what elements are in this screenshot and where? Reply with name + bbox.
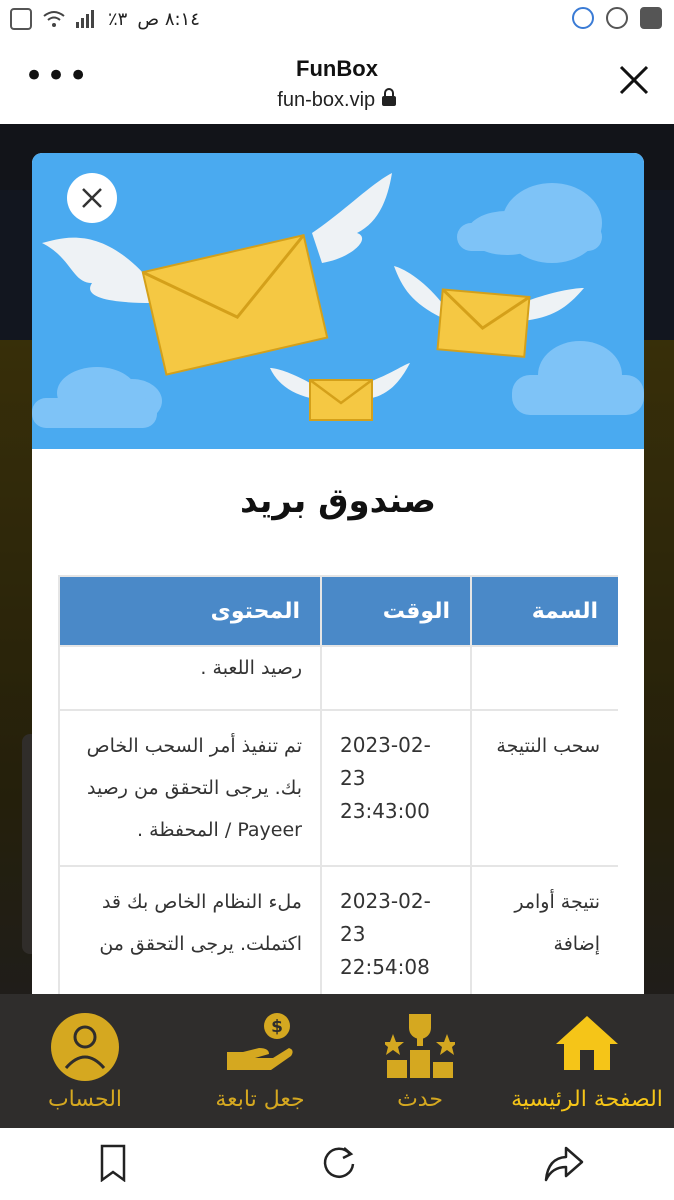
account-icon: [51, 1013, 119, 1081]
home-icon: [556, 1016, 618, 1070]
cast-icon: [10, 8, 32, 30]
status-left: ٨:١٤ ص ٣٪: [10, 8, 200, 30]
cell-time: 2023-02-23 22:54:08: [320, 865, 472, 994]
cell-time: [320, 645, 472, 711]
app-icon-1: [572, 7, 594, 29]
close-icon: [82, 188, 102, 208]
bookmark-icon[interactable]: [100, 1144, 126, 1182]
share-icon[interactable]: [544, 1144, 584, 1182]
nav-event[interactable]: حدث: [340, 994, 500, 1128]
flying-envelopes-illustration: [32, 173, 644, 428]
signal-icon: [76, 10, 94, 28]
mail-table-container[interactable]: السمة الوقت المحتوى رصيد اللعبة . سحب ال…: [58, 575, 618, 994]
table-header-row: السمة الوقت المحتوى: [58, 575, 618, 647]
nav-affiliate[interactable]: $ جعل تابعة: [180, 994, 340, 1128]
header-type: السمة: [470, 575, 618, 647]
cell-time: 2023-02-23 23:43:00: [320, 709, 472, 867]
table-row: رصيد اللعبة .: [58, 645, 618, 711]
activity-icon: [640, 7, 662, 29]
bottom-nav: الصفحة الرئيسية حدث $ جعل تابعة الحساب: [0, 994, 674, 1128]
mail-banner: [32, 153, 644, 449]
mail-table: السمة الوقت المحتوى رصيد اللعبة . سحب ال…: [58, 575, 618, 994]
nav-account-label: الحساب: [47, 1087, 123, 1112]
svg-text:$: $: [271, 1017, 283, 1037]
browser-header: ••• FunBox fun-box.vip: [0, 40, 674, 124]
header-content: المحتوى: [58, 575, 322, 647]
nav-event-label: حدث: [397, 1087, 443, 1112]
cell-content: تم تنفيذ أمر السحب الخاص بك. يرجى التحقق…: [58, 709, 322, 867]
url-row: fun-box.vip: [0, 88, 674, 112]
modal-close-button[interactable]: [67, 173, 117, 223]
table-row: نتيجة أوامر إضافة 2023-02-23 22:54:08 مل…: [58, 865, 618, 994]
lock-icon: [381, 88, 396, 106]
trophy-icon: [385, 1014, 455, 1078]
cell-type: سحب النتيجة: [470, 709, 618, 867]
cell-content: رصيد اللعبة .: [58, 645, 322, 711]
nav-affiliate-label: جعل تابعة: [215, 1087, 305, 1112]
status-bar: ٨:١٤ ص ٣٪: [0, 0, 674, 40]
close-browser-button[interactable]: [618, 64, 650, 96]
cell-type: نتيجة أوامر إضافة: [470, 865, 618, 994]
nav-home-label: الصفحة الرئيسية: [511, 1087, 663, 1112]
battery-percent: ٣٪: [108, 8, 128, 30]
header-time: الوقت: [320, 575, 472, 647]
reload-icon[interactable]: [320, 1144, 358, 1182]
mailbox-title: صندوق بريد: [239, 481, 437, 521]
nav-home[interactable]: الصفحة الرئيسية: [500, 994, 674, 1128]
browser-bottom-bar: [0, 1128, 674, 1200]
wifi-icon: [43, 11, 65, 27]
url-text: fun-box.vip: [277, 89, 376, 111]
status-right: [572, 7, 662, 29]
page-title: FunBox: [296, 56, 378, 81]
table-row: سحب النتيجة 2023-02-23 23:43:00 تم تنفيذ…: [58, 709, 618, 867]
money-hand-icon: $: [227, 1013, 293, 1070]
cell-content: ملء النظام الخاص بك قد اكتملت. يرجى التح…: [58, 865, 322, 994]
app-icon-2: [606, 7, 628, 29]
cell-type: [470, 645, 618, 711]
status-time: ٨:١٤ ص: [137, 8, 200, 30]
mailbox-modal: صندوق بريد السمة الوقت المحتوى رصيد اللع…: [32, 153, 644, 994]
nav-account[interactable]: الحساب: [0, 994, 170, 1128]
